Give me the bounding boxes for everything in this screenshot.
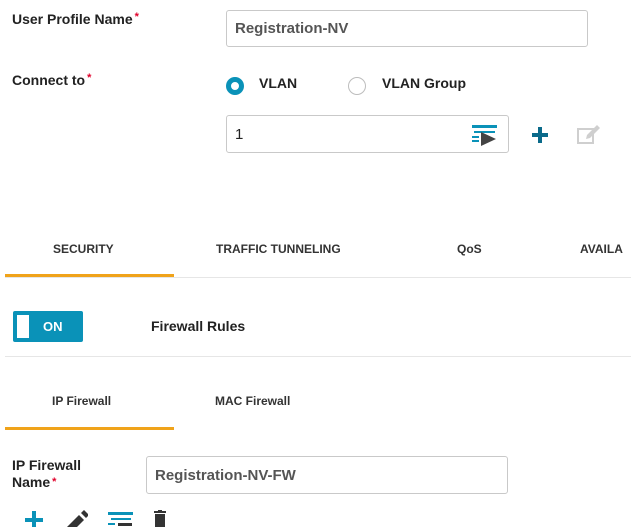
tab-qos[interactable]: QoS xyxy=(457,242,482,256)
required-marker: * xyxy=(52,476,57,488)
trash-icon[interactable] xyxy=(153,510,167,532)
firewall-rules-label: Firewall Rules xyxy=(151,318,246,334)
connect-to-text: Connect to xyxy=(12,72,86,88)
add-rule-icon[interactable] xyxy=(24,510,44,532)
vlan-radio[interactable] xyxy=(226,77,244,95)
vlan-group-radio[interactable] xyxy=(348,77,366,95)
vlan-radio-label: VLAN xyxy=(259,75,298,91)
list-select-icon[interactable] xyxy=(472,124,498,151)
toggle-state-label: ON xyxy=(43,319,63,334)
connect-to-label: Connect to * xyxy=(12,72,91,88)
vlan-group-radio-label: VLAN Group xyxy=(382,75,466,91)
ip-firewall-name-label-line2: Name xyxy=(12,474,51,490)
section-divider xyxy=(5,356,631,357)
tab-ip-firewall-underline xyxy=(5,427,174,430)
tab-ip-firewall[interactable]: IP Firewall xyxy=(52,394,111,408)
tab-mac-firewall[interactable]: MAC Firewall xyxy=(215,394,290,408)
tab-traffic-tunneling[interactable]: TRAFFIC TUNNELING xyxy=(216,242,341,256)
user-profile-name-input[interactable] xyxy=(226,10,588,47)
firewall-toggle[interactable]: ON xyxy=(13,311,83,342)
tab-availability[interactable]: AVAILA xyxy=(580,242,631,256)
required-marker: * xyxy=(87,72,92,84)
edit-icon[interactable] xyxy=(577,123,601,150)
plus-icon[interactable] xyxy=(531,126,549,149)
tab-security[interactable]: SECURITY xyxy=(53,242,114,256)
pencil-icon[interactable] xyxy=(64,510,89,532)
ip-firewall-name-input[interactable] xyxy=(146,456,508,494)
tab-divider xyxy=(5,277,631,278)
toggle-knob xyxy=(17,315,29,338)
user-profile-name-text: User Profile Name xyxy=(12,11,133,27)
ip-firewall-name-label-line1: IP Firewall xyxy=(12,457,81,473)
vlan-id-input[interactable] xyxy=(226,115,509,153)
ip-firewall-name-label: IP Firewall Name * xyxy=(12,457,81,491)
list-icon[interactable] xyxy=(108,512,134,532)
user-profile-name-label: User Profile Name * xyxy=(12,11,139,27)
required-marker: * xyxy=(134,11,139,23)
